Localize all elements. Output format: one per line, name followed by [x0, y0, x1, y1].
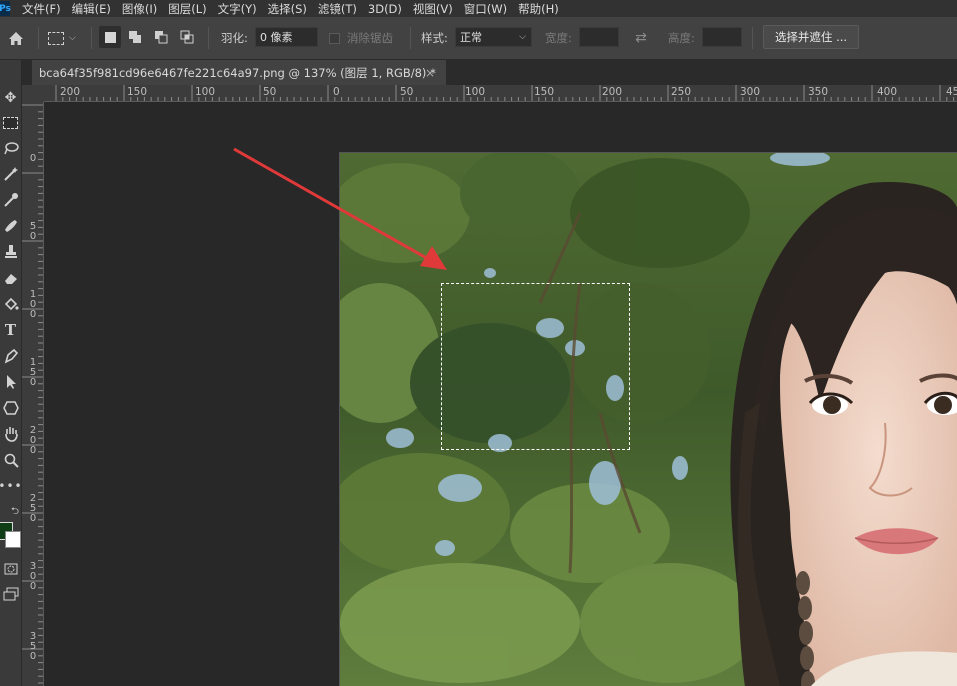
ruler-label: 50: [29, 221, 37, 242]
ruler-label: 200: [602, 86, 623, 98]
ruler-label: 350: [29, 631, 37, 662]
subtract-selection-icon: [155, 31, 168, 44]
menu-filter[interactable]: 滤镜(T): [318, 1, 357, 17]
chevron-down-icon: ⌵: [519, 32, 526, 42]
eyedropper-tool-icon[interactable]: [0, 189, 21, 211]
path-selection-tool-icon[interactable]: [0, 371, 21, 393]
home-icon[interactable]: [6, 17, 26, 59]
shape-tool-icon[interactable]: [0, 397, 21, 419]
ruler-label: 250: [671, 86, 692, 98]
magic-wand-tool-icon[interactable]: [0, 163, 21, 185]
document-tab-bar: bca64f35f981cd96e6467fe221c64a97.png @ 1…: [22, 60, 957, 85]
swap-colors-icon[interactable]: ⮌: [0, 501, 21, 523]
menu-edit[interactable]: 编辑(E): [72, 1, 111, 17]
vertical-ruler[interactable]: 0 50 100 150 200 250 300 350: [22, 102, 44, 686]
style-value: 正常: [460, 31, 482, 44]
ruler-label: 350: [808, 86, 829, 98]
ruler-label: 150: [534, 86, 555, 98]
menu-select[interactable]: 选择(S): [268, 1, 307, 17]
ruler-label: 400: [877, 86, 898, 98]
type-tool-icon[interactable]: T: [0, 319, 21, 341]
intersect-selection-button[interactable]: [176, 26, 198, 48]
ruler-label: 100: [465, 86, 486, 98]
ruler-label: 45: [946, 86, 957, 98]
lasso-tool-icon[interactable]: [0, 137, 21, 159]
menu-file[interactable]: 文件(F): [22, 1, 61, 17]
rect-marquee-tool-icon[interactable]: [0, 112, 21, 134]
add-selection-button[interactable]: [124, 26, 146, 48]
chevron-down-icon: ⌵: [69, 33, 76, 43]
zoom-tool-icon[interactable]: [0, 449, 21, 471]
horizontal-ruler[interactable]: 200 150 100 50 0 50 100 150 200 250 300 …: [44, 85, 957, 102]
ruler-label: 50: [263, 86, 277, 98]
ruler-label: 250: [29, 493, 37, 524]
select-and-mask-button[interactable]: 选择并遮住 ...: [763, 25, 859, 49]
swap-icon[interactable]: ⇄: [632, 17, 650, 59]
document-tab[interactable]: bca64f35f981cd96e6467fe221c64a97.png @ 1…: [32, 60, 446, 85]
stamp-tool-icon[interactable]: [0, 241, 21, 263]
ruler-label: 150: [29, 357, 37, 388]
ruler-label: 200: [29, 425, 37, 456]
hand-tool-icon[interactable]: [0, 423, 21, 445]
pen-tool-icon[interactable]: [0, 345, 21, 367]
rect-marquee-icon: [48, 31, 64, 45]
menu-image[interactable]: 图像(I): [122, 1, 157, 17]
antialias-checkbox[interactable]: 消除锯齿: [329, 17, 393, 59]
antialias-label: 消除锯齿: [347, 31, 393, 45]
selection-marquee[interactable]: [441, 283, 630, 450]
style-label: 样式:: [421, 31, 448, 45]
height-input[interactable]: [702, 27, 742, 47]
tools-panel: ✥ T ••• ⮌: [0, 60, 22, 686]
paint-bucket-tool-icon[interactable]: [0, 293, 21, 315]
checkbox-icon: [329, 32, 340, 44]
ruler-label: 50: [400, 86, 414, 98]
ruler-label: 0: [333, 86, 340, 98]
photoshop-logo: Ps: [0, 1, 11, 16]
options-bar: ⌵ 羽化: 0 像素 消除锯齿 样式: 正常 ⌵ 宽度: ⇄ 高度: 选择并遮住…: [0, 17, 957, 60]
menu-layer[interactable]: 图层(L): [168, 1, 206, 17]
add-selection-icon: [129, 31, 141, 43]
menu-help[interactable]: 帮助(H): [518, 1, 559, 17]
ruler-label: 150: [127, 86, 148, 98]
intersect-selection-icon: [180, 30, 194, 44]
style-select[interactable]: 正常 ⌵: [455, 27, 532, 47]
new-selection-icon: [104, 31, 116, 43]
photo-portrait-in-foliage: [340, 153, 957, 686]
ruler-label: 0: [29, 153, 37, 164]
screen-mode-icon[interactable]: [0, 583, 21, 605]
new-selection-button[interactable]: [99, 26, 121, 48]
document-tab-title: bca64f35f981cd96e6467fe221c64a97.png @ 1…: [39, 65, 436, 80]
menu-view[interactable]: 视图(V): [413, 1, 453, 17]
document-image[interactable]: [339, 152, 957, 686]
eraser-tool-icon[interactable]: [0, 267, 21, 289]
quick-mask-icon[interactable]: [0, 558, 21, 580]
healing-brush-tool-icon[interactable]: [0, 215, 21, 237]
tool-preset-picker[interactable]: ⌵: [48, 17, 84, 59]
feather-input[interactable]: 0 像素: [255, 27, 318, 47]
menu-type[interactable]: 文字(Y): [218, 1, 257, 17]
width-input[interactable]: [579, 27, 619, 47]
subtract-selection-button[interactable]: [150, 26, 172, 48]
menu-3d[interactable]: 3D(D): [368, 2, 402, 16]
ruler-label: 300: [29, 561, 37, 592]
close-icon[interactable]: ×: [425, 66, 435, 80]
background-color-swatch[interactable]: [5, 531, 21, 548]
menu-bar: Ps 文件(F) 编辑(E) 图像(I) 图层(L) 文字(Y) 选择(S) 滤…: [0, 0, 957, 17]
more-tools-icon[interactable]: •••: [0, 475, 22, 497]
ruler-label: 100: [29, 289, 37, 320]
width-label: 宽度:: [545, 31, 572, 45]
ruler-label: 300: [740, 86, 761, 98]
ruler-label: 200: [60, 86, 81, 98]
ruler-label: 100: [195, 86, 216, 98]
height-label: 高度:: [668, 31, 695, 45]
menu-window[interactable]: 窗口(W): [464, 1, 507, 17]
feather-label: 羽化:: [221, 31, 248, 45]
move-tool-icon[interactable]: ✥: [0, 87, 21, 109]
ruler-origin[interactable]: [22, 85, 44, 102]
